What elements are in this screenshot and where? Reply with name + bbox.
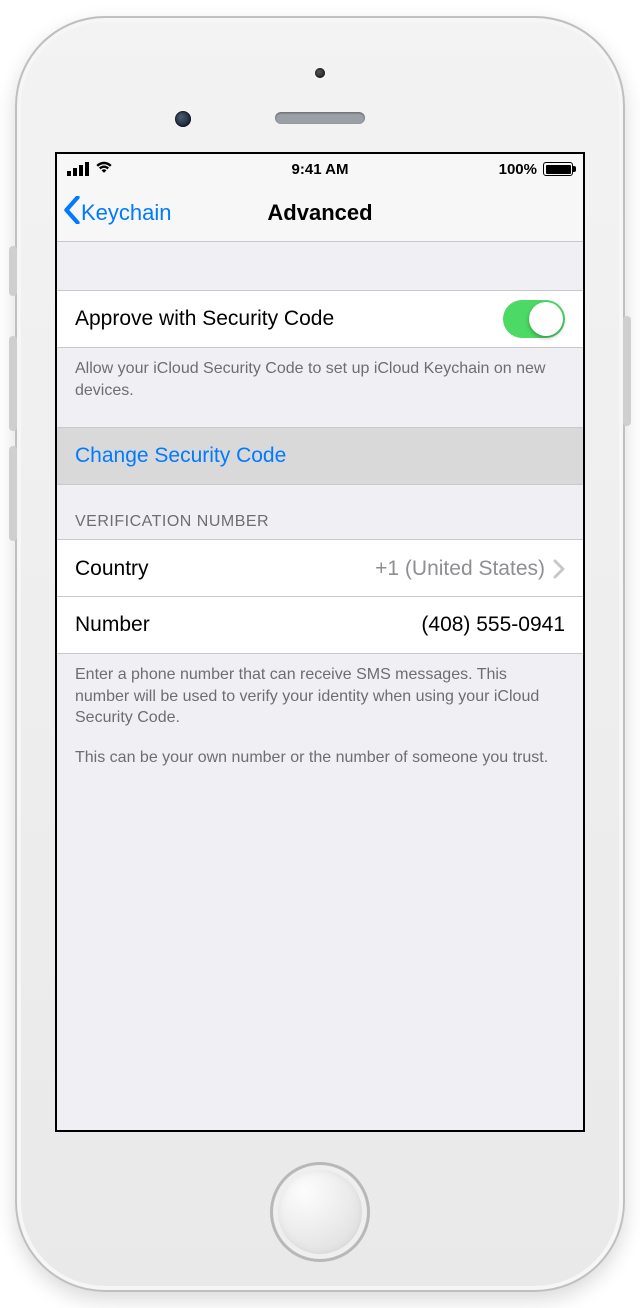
cellular-signal-icon (67, 162, 89, 176)
verification-footer: Enter a phone number that can receive SM… (57, 654, 583, 768)
back-label: Keychain (81, 200, 172, 226)
verification-header: Verification Number (57, 485, 583, 539)
wifi-icon (95, 160, 113, 178)
back-button[interactable]: Keychain (63, 196, 172, 230)
number-row[interactable]: Number (408) 555-0941 (57, 596, 583, 654)
status-bar: 9:41 AM 100% (57, 154, 583, 184)
number-label: Number (75, 613, 421, 637)
approve-toggle[interactable] (503, 300, 565, 338)
approve-label: Approve with Security Code (75, 307, 503, 331)
country-row[interactable]: Country +1 (United States) (57, 539, 583, 597)
battery-icon (543, 162, 573, 176)
approve-with-security-code-row[interactable]: Approve with Security Code (57, 290, 583, 348)
volume-down-button (9, 446, 17, 541)
navigation-bar: Keychain Advanced (57, 184, 583, 242)
change-security-code-button[interactable]: Change Security Code (57, 427, 583, 485)
proximity-sensor (315, 68, 325, 78)
settings-content[interactable]: Approve with Security Code Allow your iC… (57, 242, 583, 1130)
country-value: +1 (United States) (375, 557, 545, 581)
approve-footer: Allow your iCloud Security Code to set u… (57, 348, 583, 401)
status-time: 9:41 AM (292, 161, 349, 178)
chevron-left-icon (63, 196, 81, 230)
chevron-right-icon (553, 559, 565, 579)
page-title: Advanced (267, 200, 372, 226)
battery-percent: 100% (499, 161, 537, 178)
home-button[interactable] (270, 1162, 370, 1262)
front-camera (175, 111, 191, 127)
mute-switch (9, 246, 17, 296)
power-button (623, 316, 631, 426)
earpiece-speaker (275, 112, 365, 124)
country-label: Country (75, 557, 375, 581)
screen: 9:41 AM 100% Keychain Advanced Approve w… (55, 152, 585, 1132)
iphone-frame: 9:41 AM 100% Keychain Advanced Approve w… (15, 16, 625, 1292)
volume-up-button (9, 336, 17, 431)
number-value: (408) 555-0941 (421, 613, 565, 637)
change-security-code-label: Change Security Code (75, 444, 286, 468)
